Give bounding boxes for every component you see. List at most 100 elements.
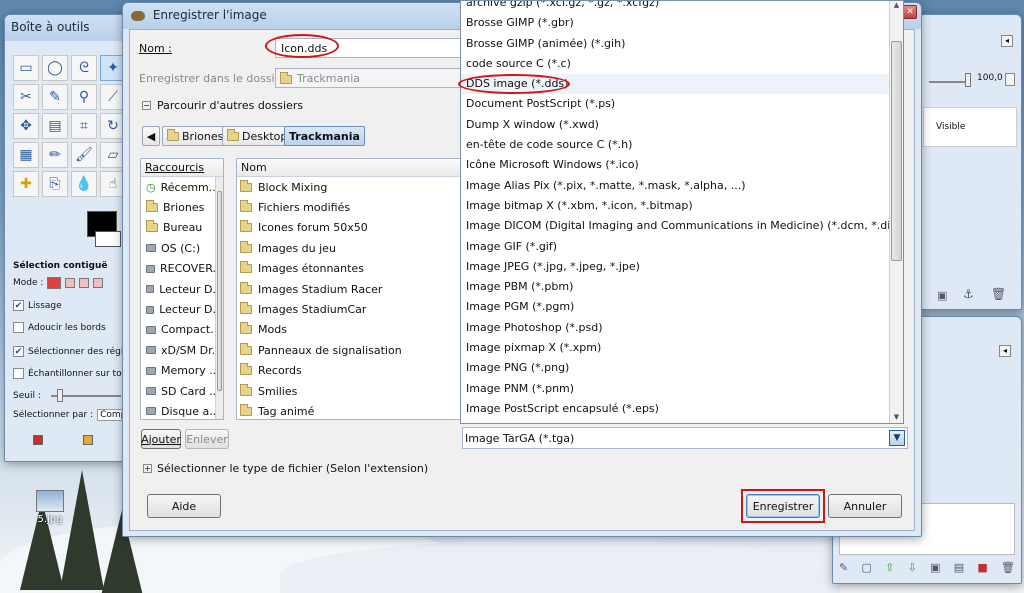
breadcrumb-desktop[interactable]: Desktop — [222, 126, 293, 146]
scissors-tool[interactable]: ✂ — [13, 84, 39, 110]
opacity-slider-handle[interactable] — [965, 73, 971, 87]
remove-bookmark-button[interactable]: Enlever — [185, 429, 229, 449]
filetype-option[interactable]: Image PNM (*.pnm) — [461, 379, 903, 399]
place-item-compact[interactable]: Compact... — [141, 320, 223, 340]
scroll-down-arrow-icon[interactable]: ▼ — [890, 413, 903, 423]
duplicate-icon[interactable]: ▣ — [930, 561, 940, 579]
file-row[interactable]: Smilies — [237, 381, 461, 401]
threshold-slider[interactable] — [50, 389, 121, 402]
filetype-option[interactable]: Image bitmap X (*.xbm, *.icon, *.bitmap) — [461, 196, 903, 216]
place-item-recovery[interactable]: RECOVER... — [141, 259, 223, 279]
filetype-option[interactable]: Image DICOM (Digital Imaging and Communi… — [461, 216, 903, 236]
file-row[interactable]: Fichiers modifiés — [237, 197, 461, 217]
place-item-recent[interactable]: ◷ Récemm... — [141, 177, 223, 197]
mode-intersect-icon[interactable] — [93, 278, 104, 288]
mode-subtract-icon[interactable] — [79, 278, 90, 288]
new-brush-icon[interactable]: ▢ — [861, 561, 871, 579]
bg-color-swatch[interactable] — [95, 231, 121, 247]
scroll-up-arrow-icon[interactable]: ▲ — [890, 1, 903, 13]
filetype-option[interactable]: Image PNG (*.png) — [461, 358, 903, 378]
filetype-expander[interactable]: + Sélectionner le type de fichier (Selon… — [143, 462, 428, 475]
blend-tool[interactable]: ▦ — [13, 142, 39, 168]
close-button[interactable]: ✕ — [903, 5, 917, 19]
lasso-tool[interactable]: ᘓ — [71, 55, 97, 81]
align-tool[interactable]: ▤ — [42, 113, 68, 139]
filetype-option[interactable]: Brosse GIMP (animée) (*.gih) — [461, 34, 903, 54]
filetype-option[interactable]: Image PBM (*.pbm) — [461, 277, 903, 297]
reset-options-icon[interactable] — [83, 435, 93, 445]
brushes-tab-menu-icon[interactable]: ◂ — [999, 345, 1011, 357]
paintbrush-tool[interactable]: 🖌 — [71, 142, 97, 168]
filetype-option[interactable]: Image pixmap X (*.xpm) — [461, 338, 903, 358]
clone-tool[interactable]: ⎘ — [42, 171, 68, 197]
filetype-option[interactable]: code source C (*.c) — [461, 54, 903, 74]
blur-tool[interactable]: 💧 — [71, 171, 97, 197]
filetype-option[interactable]: Image PostScript encapsulé (*.eps) — [461, 399, 903, 419]
anchor-layer-icon[interactable]: ⚓ — [963, 287, 974, 301]
heal-tool[interactable]: ✚ — [13, 171, 39, 197]
file-row[interactable]: Images du jeu — [237, 238, 461, 258]
lower-layer-icon[interactable]: ▣ — [937, 289, 947, 302]
crop-tool[interactable]: ⌗ — [71, 113, 97, 139]
place-item-drive-d2[interactable]: Lecteur D... — [141, 299, 223, 319]
select-transparent-checkbox[interactable]: ✔ — [13, 346, 24, 357]
file-row[interactable]: Panneaux de signalisation — [237, 340, 461, 360]
raise-icon[interactable]: ⇧ — [885, 561, 894, 579]
place-item-drive-d1[interactable]: Lecteur D... — [141, 279, 223, 299]
breadcrumb-briones[interactable]: Briones — [162, 126, 229, 146]
filetype-option[interactable]: Document PostScript (*.ps) — [461, 94, 903, 114]
layers-tab-menu-icon[interactable]: ◂ — [1001, 35, 1013, 47]
delete-layer-icon[interactable]: 🗑 — [991, 287, 1006, 301]
file-row[interactable]: Tag animé — [237, 401, 461, 419]
lower-icon[interactable]: ⇩ — [908, 561, 917, 579]
antialias-checkbox[interactable]: ✔ — [13, 300, 24, 311]
file-row[interactable]: Images étonnantes — [237, 259, 461, 279]
help-button[interactable]: Aide — [147, 494, 221, 518]
dropdown-scrollbar[interactable]: ▲ ▼ — [889, 1, 903, 423]
cancel-button[interactable]: Annuler — [828, 494, 902, 518]
filetype-option[interactable]: Dump X window (*.xwd) — [461, 115, 903, 135]
save-options-icon[interactable] — [33, 435, 43, 445]
place-item-os-c[interactable]: OS (C:) — [141, 238, 223, 258]
zoom-tool[interactable]: ⚲ — [71, 84, 97, 110]
threshold-slider-handle[interactable] — [56, 389, 63, 402]
places-header[interactable]: Raccourcis — [141, 159, 223, 177]
dropdown-scrollbar-thumb[interactable] — [891, 41, 902, 261]
filetype-option[interactable]: Image GIF (*.gif) — [461, 237, 903, 257]
stop-icon[interactable]: ■ — [977, 561, 987, 579]
filetype-option[interactable]: Icône Microsoft Windows (*.ico) — [461, 155, 903, 175]
ellipse-select-tool[interactable]: ◯ — [42, 55, 68, 81]
file-row[interactable]: Block Mixing — [237, 177, 461, 197]
opacity-spin-icon[interactable] — [1005, 73, 1015, 86]
filetype-select[interactable]: Image TarGA (*.tga) ▼ — [462, 427, 908, 449]
rect-select-tool[interactable]: ▭ — [13, 55, 39, 81]
feather-checkbox[interactable] — [13, 322, 24, 333]
place-item-sd-card[interactable]: SD Card ... — [141, 381, 223, 401]
places-scrollbar-thumb[interactable] — [217, 191, 222, 391]
color-picker-tool[interactable]: ✎ — [42, 84, 68, 110]
filetype-option[interactable]: en-tête de code source C (*.h) — [461, 135, 903, 155]
breadcrumb-back-button[interactable]: ◀ — [142, 126, 160, 146]
browse-expander[interactable]: − Parcourir d'autres dossiers — [142, 99, 303, 112]
place-item-disque[interactable]: Disque a... — [141, 401, 223, 419]
pencil-tool[interactable]: ✏ — [42, 142, 68, 168]
mode-add-icon[interactable] — [65, 278, 76, 288]
file-row[interactable]: Images Stadium Racer — [237, 279, 461, 299]
filetype-option[interactable]: Brosse GIMP (*.gbr) — [461, 13, 903, 33]
edit-brush-icon[interactable]: ✎ — [839, 561, 848, 579]
filetype-option[interactable]: Image Alias Pix (*.pix, *.matte, *.mask,… — [461, 176, 903, 196]
file-row[interactable]: Images StadiumCar — [237, 299, 461, 319]
place-item-bureau[interactable]: Bureau — [141, 218, 223, 238]
refresh-icon[interactable]: ▤ — [954, 561, 964, 579]
move-tool[interactable]: ✥ — [13, 113, 39, 139]
filetype-option[interactable]: archive gzip (*.xcf.gz, *.gz, *.xcfgz) — [461, 1, 903, 13]
files-header[interactable]: Nom — [237, 159, 461, 177]
filetype-option[interactable]: Image Photoshop (*.psd) — [461, 318, 903, 338]
breadcrumb-trackmania[interactable]: Trackmania — [284, 126, 365, 146]
desktop-file-icon[interactable]: 5.jpg — [28, 490, 72, 525]
place-item-briones[interactable]: Briones — [141, 197, 223, 217]
layer-row[interactable]: Visible — [923, 107, 1017, 147]
opacity-value[interactable]: 100,0 — [977, 73, 1003, 83]
sample-merged-checkbox[interactable] — [13, 368, 24, 379]
filetype-option[interactable]: Image JPEG (*.jpg, *.jpeg, *.jpe) — [461, 257, 903, 277]
